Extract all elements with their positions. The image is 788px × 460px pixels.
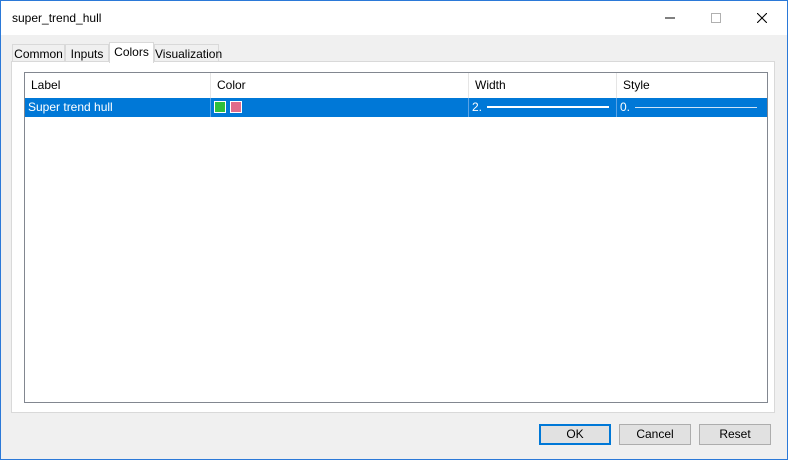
tab-common[interactable]: Common	[12, 44, 65, 62]
tab-label: Visualization	[155, 47, 223, 61]
tab-inputs[interactable]: Inputs	[65, 44, 109, 62]
table-header: Label Color Width Style	[25, 73, 767, 99]
up-color-swatch[interactable]	[214, 101, 226, 113]
indicator-properties-dialog: super_trend_hull Common Inputs Colors Vi…	[0, 0, 788, 460]
title-bar[interactable]: super_trend_hull	[1, 1, 787, 35]
column-header-style[interactable]: Style	[617, 73, 767, 98]
table-row[interactable]: Super trend hull 2. 0.	[25, 98, 767, 117]
style-value: 0.	[620, 100, 631, 114]
maximize-button[interactable]	[693, 1, 739, 35]
width-value: 2.	[472, 100, 483, 114]
colors-table: Label Color Width Style Super trend hull	[24, 72, 768, 403]
ok-button[interactable]: OK	[539, 424, 611, 445]
cancel-button[interactable]: Cancel	[619, 424, 691, 445]
close-icon	[757, 13, 767, 23]
column-header-color[interactable]: Color	[211, 73, 469, 98]
tab-colors[interactable]: Colors	[109, 42, 154, 63]
width-line-sample	[487, 106, 609, 108]
row-label: Super trend hull	[28, 100, 113, 114]
reset-button[interactable]: Reset	[699, 424, 771, 445]
column-header-width[interactable]: Width	[469, 73, 617, 98]
window-title: super_trend_hull	[12, 11, 102, 25]
tab-visualization[interactable]: Visualization	[154, 44, 223, 62]
maximize-icon	[711, 13, 721, 23]
minimize-icon	[665, 17, 675, 19]
row-label-cell[interactable]: Super trend hull	[25, 98, 211, 117]
tab-label: Inputs	[70, 47, 104, 61]
tab-label: Colors	[114, 45, 149, 59]
minimize-button[interactable]	[647, 1, 693, 35]
row-color-cell[interactable]	[211, 98, 469, 117]
tab-label: Common	[14, 47, 63, 61]
colors-tab-panel: Label Color Width Style Super trend hull	[11, 61, 775, 413]
close-button[interactable]	[739, 1, 785, 35]
style-line-sample	[635, 107, 757, 108]
row-style-cell[interactable]: 0.	[617, 98, 767, 117]
column-header-label[interactable]: Label	[25, 73, 211, 98]
row-width-cell[interactable]: 2.	[469, 98, 617, 117]
down-color-swatch[interactable]	[230, 101, 242, 113]
